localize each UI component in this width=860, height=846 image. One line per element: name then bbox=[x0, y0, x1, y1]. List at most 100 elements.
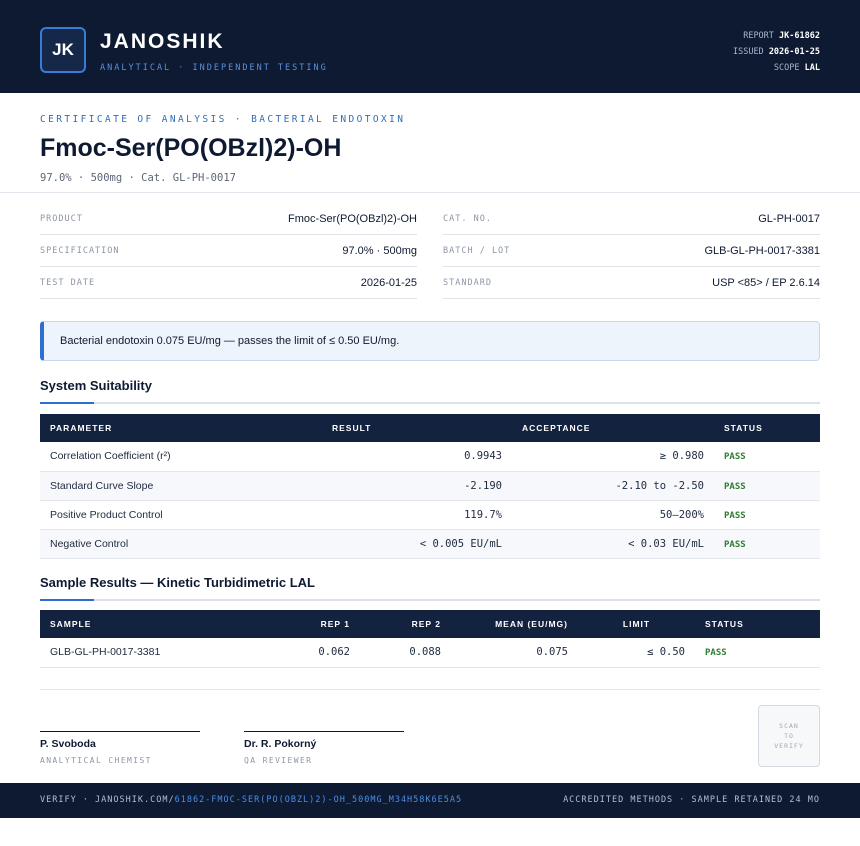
result-cell: 119.7% bbox=[322, 500, 512, 530]
report-footer: VERIFY · JANOSHIK.COM/61862-FMOC-SER(PO(… bbox=[0, 783, 860, 818]
rep1-cell: 0.062 bbox=[268, 638, 360, 668]
info-label: BATCH / LOT bbox=[443, 245, 511, 256]
qr-text: TO bbox=[784, 732, 794, 740]
info-value: GL-PH-0017 bbox=[758, 212, 820, 225]
result-banner: Bacterial endotoxin 0.075 EU/mg — passes… bbox=[40, 321, 820, 361]
info-grid-left: PRODUCT Fmoc-Ser(PO(OBzl)2)-OH SPECIFICA… bbox=[40, 203, 417, 299]
info-grid-right: CAT. NO. GL-PH-0017 BATCH / LOT GLB-GL-P… bbox=[443, 203, 820, 299]
certificate-kicker: CERTIFICATE OF ANALYSIS · BACTERIAL ENDO… bbox=[40, 114, 406, 125]
issued-date: 2026-01-25 bbox=[768, 47, 820, 57]
table-row: Correlation Coefficient (r²) 0.9943 ≥ 0.… bbox=[40, 442, 820, 472]
status-badge: PASS bbox=[724, 452, 746, 463]
status-badge: PASS bbox=[724, 510, 746, 521]
issued-label: ISSUED bbox=[732, 47, 764, 57]
column-header: STATUS bbox=[695, 610, 820, 638]
scope-label: SCOPE bbox=[773, 63, 800, 73]
section-rule bbox=[40, 402, 820, 404]
limit-cell: ≤ 0.50 bbox=[578, 638, 695, 668]
qr-text: SCAN bbox=[779, 722, 799, 730]
sample-results-table: SAMPLE REP 1 REP 2 MEAN (EU/MG) LIMIT ST… bbox=[40, 610, 820, 668]
section-heading-suitability: System Suitability bbox=[40, 378, 152, 393]
info-label: SPECIFICATION bbox=[40, 245, 120, 256]
brand-name: JANOSHIK bbox=[100, 30, 225, 53]
table-header-row: SAMPLE REP 1 REP 2 MEAN (EU/MG) LIMIT ST… bbox=[40, 610, 820, 638]
section-rule-accent bbox=[40, 402, 94, 404]
info-row-batch: BATCH / LOT GLB-GL-PH-0017-3381 bbox=[443, 235, 820, 267]
acceptance-cell: -2.10 to -2.50 bbox=[512, 471, 714, 501]
result-cell: 0.9943 bbox=[322, 442, 512, 472]
status-cell: PASS bbox=[714, 529, 820, 559]
page-title: Fmoc-Ser(PO(OBzl)2)-OH bbox=[40, 134, 342, 162]
brand-logo: JK bbox=[40, 27, 86, 73]
column-header: STATUS bbox=[714, 414, 820, 442]
report-label: REPORT bbox=[743, 31, 774, 41]
status-badge: PASS bbox=[724, 481, 746, 492]
info-label: STANDARD bbox=[443, 277, 492, 288]
sample-cell: GLB-GL-PH-0017-3381 bbox=[40, 638, 268, 668]
info-row-specification: SPECIFICATION 97.0% · 500mg bbox=[40, 235, 417, 267]
status-cell: PASS bbox=[714, 500, 820, 530]
parameter-cell: Negative Control bbox=[40, 529, 322, 559]
divider bbox=[40, 689, 820, 690]
page-subtitle: 97.0% · 500mg · Cat. GL-PH-0017 bbox=[40, 172, 236, 184]
info-label: PRODUCT bbox=[40, 213, 83, 224]
signature-line bbox=[244, 731, 404, 732]
signatory-name: Dr. R. Pokorný bbox=[244, 738, 317, 750]
info-value: Fmoc-Ser(PO(OBzl)2)-OH bbox=[288, 212, 417, 225]
section-heading-samples: Sample Results — Kinetic Turbidimetric L… bbox=[40, 575, 315, 590]
column-header: SAMPLE bbox=[40, 610, 268, 638]
info-label: CAT. NO. bbox=[443, 213, 492, 224]
status-cell: PASS bbox=[714, 471, 820, 501]
result-cell: -2.190 bbox=[322, 471, 512, 501]
signatory-name: P. Svoboda bbox=[40, 738, 96, 750]
table-row: Negative Control < 0.005 EU/mL < 0.03 EU… bbox=[40, 529, 820, 559]
info-row-test-date: TEST DATE 2026-01-25 bbox=[40, 267, 417, 299]
acceptance-cell: 50–200% bbox=[512, 500, 714, 530]
suitability-table: PARAMETER RESULT ACCEPTANCE STATUS Corre… bbox=[40, 414, 820, 559]
rep2-cell: 0.088 bbox=[360, 638, 451, 668]
table-row: Positive Product Control 119.7% 50–200% … bbox=[40, 500, 820, 530]
divider bbox=[0, 192, 860, 193]
column-header: LIMIT bbox=[578, 610, 695, 638]
report-header: JK JANOSHIK ANALYTICAL · INDEPENDENT TES… bbox=[0, 0, 860, 93]
column-header: MEAN (EU/MG) bbox=[451, 610, 578, 638]
info-value: USP <85> / EP 2.6.14 bbox=[712, 276, 820, 289]
qr-verify-placeholder[interactable]: SCAN TO VERIFY bbox=[758, 705, 820, 767]
info-value: 2026-01-25 bbox=[360, 276, 417, 289]
info-value: 97.0% · 500mg bbox=[342, 244, 417, 257]
scope-value: LAL bbox=[804, 63, 820, 73]
signatory-role: QA REVIEWER bbox=[244, 756, 313, 765]
section-rule-accent bbox=[40, 599, 94, 601]
info-value: GLB-GL-PH-0017-3381 bbox=[704, 244, 820, 257]
signatory-role: ANALYTICAL CHEMIST bbox=[40, 756, 152, 765]
signature-line bbox=[40, 731, 200, 732]
acceptance-cell: ≥ 0.980 bbox=[512, 442, 714, 472]
mean-cell: 0.075 bbox=[451, 638, 578, 668]
status-badge: PASS bbox=[724, 539, 746, 550]
table-row: GLB-GL-PH-0017-3381 0.062 0.088 0.075 ≤ … bbox=[40, 638, 820, 668]
parameter-cell: Standard Curve Slope bbox=[40, 471, 322, 501]
result-cell: < 0.005 EU/mL bbox=[322, 529, 512, 559]
info-row-standard: STANDARD USP <85> / EP 2.6.14 bbox=[443, 267, 820, 299]
verify-url[interactable]: 61862-FMOC-SER(PO(OBZL)2)-OH_500MG_M34H5… bbox=[175, 795, 463, 805]
info-row-cat-no: CAT. NO. GL-PH-0017 bbox=[443, 203, 820, 235]
parameter-cell: Positive Product Control bbox=[40, 500, 322, 530]
column-header: RESULT bbox=[322, 414, 512, 442]
verify-link[interactable]: VERIFY · JANOSHIK.COM/61862-FMOC-SER(PO(… bbox=[40, 795, 462, 805]
table-row: Standard Curve Slope -2.190 -2.10 to -2.… bbox=[40, 471, 820, 501]
verify-prefix: VERIFY · JANOSHIK.COM/ bbox=[40, 795, 175, 805]
status-badge: PASS bbox=[705, 648, 727, 659]
brand-tagline: ANALYTICAL · INDEPENDENT TESTING bbox=[100, 63, 328, 73]
column-header: ACCEPTANCE bbox=[512, 414, 714, 442]
qr-text: VERIFY bbox=[774, 742, 804, 750]
footer-note: ACCREDITED METHODS · SAMPLE RETAINED 24 … bbox=[563, 795, 820, 805]
column-header: REP 1 bbox=[268, 610, 360, 638]
acceptance-cell: < 0.03 EU/mL bbox=[512, 529, 714, 559]
column-header: REP 2 bbox=[360, 610, 451, 638]
column-header: PARAMETER bbox=[40, 414, 322, 442]
section-rule bbox=[40, 599, 820, 601]
report-meta: REPORT JK-61862 ISSUED 2026-01-25 SCOPE … bbox=[733, 28, 820, 76]
info-row-product: PRODUCT Fmoc-Ser(PO(OBzl)2)-OH bbox=[40, 203, 417, 235]
parameter-cell: Correlation Coefficient (r²) bbox=[40, 442, 322, 472]
info-label: TEST DATE bbox=[40, 277, 96, 288]
